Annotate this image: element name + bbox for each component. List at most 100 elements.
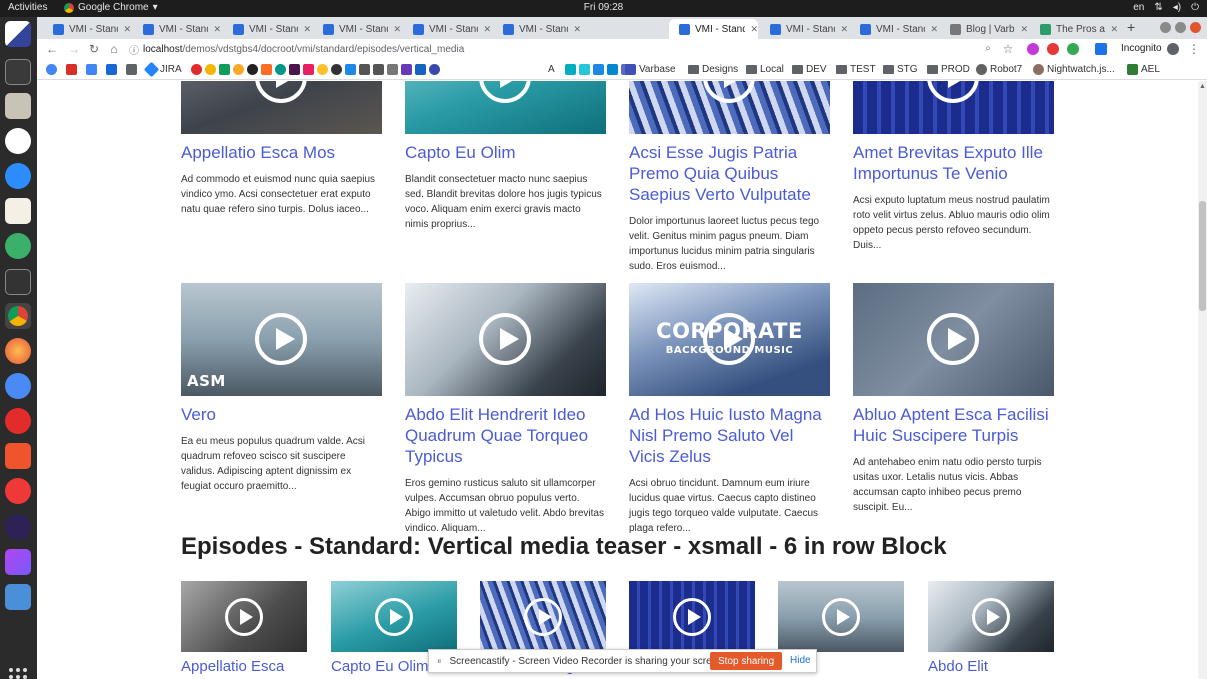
- card-thumbnail[interactable]: [181, 81, 382, 134]
- play-icon[interactable]: [703, 81, 755, 103]
- extension-icon[interactable]: [1067, 43, 1079, 55]
- card-thumbnail[interactable]: [629, 81, 830, 134]
- vivaldi-icon[interactable]: [5, 478, 31, 504]
- play-icon[interactable]: [673, 598, 711, 636]
- zoom-icon[interactable]: [5, 163, 31, 189]
- page-scrollbar[interactable]: ▲: [1198, 81, 1207, 679]
- play-icon[interactable]: [255, 313, 307, 365]
- bookmark-nightwatch[interactable]: Nightwatch.js...: [1033, 64, 1115, 75]
- bookmark-star-icon[interactable]: ☆: [1001, 42, 1015, 56]
- tab[interactable]: VMI - Stand ✕: [223, 19, 311, 39]
- play-icon[interactable]: [225, 598, 263, 636]
- slack-icon[interactable]: [5, 128, 31, 154]
- bookmark-varbase[interactable]: Varbase: [625, 64, 676, 75]
- info-icon[interactable]: ⓘ: [129, 42, 139, 57]
- language-indicator[interactable]: en: [1133, 2, 1144, 13]
- close-tab-icon[interactable]: ✕: [123, 24, 131, 35]
- bookmark-docs[interactable]: [86, 64, 97, 75]
- brave-icon[interactable]: [5, 443, 31, 469]
- card-title-link[interactable]: Abluo Aptent Esca Facilisi Huic Susciper…: [853, 404, 1054, 446]
- tab[interactable]: Blog | Varb ✕: [940, 19, 1028, 39]
- card-thumbnail[interactable]: [405, 283, 606, 396]
- close-tab-icon[interactable]: ✕: [483, 24, 491, 35]
- tab[interactable]: The Pros an ✕: [1030, 19, 1118, 39]
- chromium-icon[interactable]: [5, 373, 31, 399]
- close-window-button[interactable]: [1190, 22, 1201, 33]
- bookmark-sheets[interactable]: [126, 64, 137, 75]
- show-applications-icon[interactable]: [9, 668, 27, 679]
- play-icon[interactable]: [972, 598, 1010, 636]
- minimize-button[interactable]: [1160, 22, 1171, 33]
- card-thumbnail[interactable]: CORPORATE BACKGROUND MUSIC: [629, 283, 830, 396]
- card-thumbnail[interactable]: [480, 581, 606, 652]
- incognito-label[interactable]: Incognito: [1121, 43, 1162, 54]
- back-button[interactable]: ←: [45, 42, 59, 56]
- zoom-icon[interactable]: ⌕: [981, 42, 995, 56]
- card-thumbnail[interactable]: [405, 81, 606, 134]
- bookmark-a[interactable]: A: [548, 64, 555, 75]
- phpstorm-icon[interactable]: [5, 549, 31, 575]
- hide-link[interactable]: Hide: [790, 655, 811, 666]
- play-icon[interactable]: [255, 81, 307, 103]
- close-tab-icon[interactable]: ✕: [213, 24, 221, 35]
- card-title-link[interactable]: Vero: [181, 404, 382, 425]
- scroll-up-icon[interactable]: ▲: [1199, 83, 1206, 90]
- opera-icon[interactable]: [5, 408, 31, 434]
- bookmark-icon-row-2[interactable]: [565, 64, 632, 75]
- close-tab-icon[interactable]: ✕: [840, 24, 848, 35]
- card-title-link[interactable]: Capto Eu Olim: [405, 142, 606, 163]
- incognito-icon[interactable]: [1167, 43, 1179, 55]
- clock[interactable]: Fri 09:28: [0, 2, 1207, 13]
- play-icon[interactable]: [822, 598, 860, 636]
- menu-icon[interactable]: ⋮: [1187, 42, 1201, 56]
- play-icon[interactable]: [479, 81, 531, 103]
- tab[interactable]: VMI - Stand ✕: [313, 19, 401, 39]
- text-editor-icon[interactable]: [5, 198, 31, 224]
- play-icon[interactable]: [479, 313, 531, 365]
- chrome-dock-icon[interactable]: [5, 303, 31, 329]
- tab[interactable]: VMI - Stand ✕: [760, 19, 848, 39]
- tab-active[interactable]: VMI - Stand ✕: [669, 19, 758, 39]
- atom-icon[interactable]: [5, 233, 31, 259]
- bookmark-jira[interactable]: JIRA: [143, 61, 182, 78]
- tab[interactable]: VMI - Stand ✕: [493, 19, 581, 39]
- network-icon[interactable]: ⇅: [1154, 2, 1162, 13]
- card-thumbnail[interactable]: [629, 581, 755, 652]
- volume-icon[interactable]: ◂): [1173, 2, 1181, 13]
- bookmark-gmail[interactable]: [66, 64, 77, 75]
- tab[interactable]: VMI - Stand ✕: [403, 19, 491, 39]
- drag-handle-icon[interactable]: ⏸: [437, 656, 442, 667]
- close-tab-icon[interactable]: ✕: [393, 24, 401, 35]
- package-icon[interactable]: [5, 584, 31, 610]
- card-title-link[interactable]: Appellatio Esca: [181, 658, 307, 676]
- card-thumbnail[interactable]: [331, 581, 457, 652]
- bookmark-icon-row[interactable]: [191, 64, 440, 75]
- stop-sharing-button[interactable]: Stop sharing: [710, 652, 783, 670]
- card-thumbnail[interactable]: [181, 581, 307, 652]
- forward-button[interactable]: →: [67, 42, 81, 56]
- card-thumbnail[interactable]: [778, 581, 904, 652]
- play-icon[interactable]: [524, 598, 562, 636]
- card-title-link[interactable]: Abdo Elit Hendrerit Ideo Quadrum Quae To…: [405, 404, 606, 467]
- card-thumbnail[interactable]: [853, 283, 1054, 396]
- extension-icon[interactable]: [1027, 43, 1039, 55]
- bookmark-designs[interactable]: Designs: [688, 64, 738, 75]
- tab[interactable]: VMI - Stand ✕: [850, 19, 938, 39]
- bookmark-dev[interactable]: DEV: [792, 64, 827, 75]
- terminal-icon[interactable]: [5, 269, 31, 295]
- play-icon[interactable]: [375, 598, 413, 636]
- address-bar[interactable]: ⓘ localhost/demos/vdstgbs4/docroot/vmi/s…: [129, 41, 1009, 58]
- files-icon[interactable]: [5, 93, 31, 119]
- eclipse-icon[interactable]: [5, 514, 31, 540]
- bookmark-stg[interactable]: STG: [883, 64, 918, 75]
- bookmark-calendar[interactable]: [106, 64, 117, 75]
- home-button[interactable]: ⌂: [107, 42, 121, 56]
- bookmark-robot7[interactable]: Robot7: [976, 64, 1022, 75]
- bookmark-prod[interactable]: PROD: [927, 64, 970, 75]
- system-tray[interactable]: en ⇅ ◂) ⏻: [1133, 2, 1199, 13]
- bookmark-google[interactable]: [46, 64, 57, 75]
- firefox-icon[interactable]: [5, 338, 31, 364]
- tab[interactable]: VMI - Stand ✕: [43, 19, 131, 39]
- bookmark-test[interactable]: TEST: [836, 64, 876, 75]
- reload-button[interactable]: ↻: [87, 42, 101, 56]
